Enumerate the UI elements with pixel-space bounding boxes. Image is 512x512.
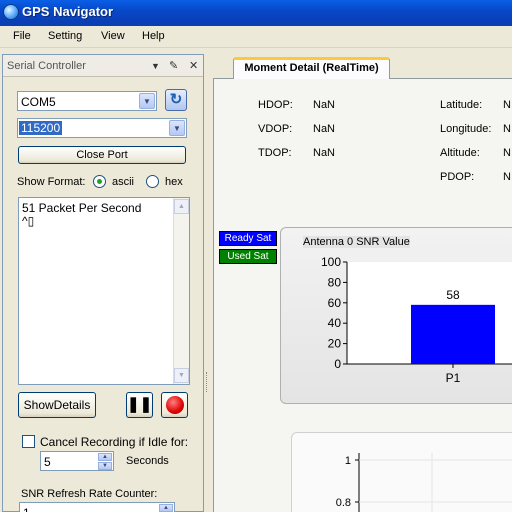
- spin-up-icon[interactable]: ▲: [159, 504, 173, 512]
- panel-title: Serial Controller: [7, 60, 86, 72]
- port-value: COM5: [21, 95, 56, 109]
- ready-sat-legend: Ready Sat: [219, 231, 277, 246]
- longitude-label: Longitude:: [440, 123, 492, 135]
- snr-chart: 0 20 40 60 80 100 58 P1: [321, 255, 512, 385]
- refresh-ports-button[interactable]: ↻: [165, 89, 187, 111]
- data-label: 58: [446, 288, 460, 302]
- menu-file[interactable]: File: [13, 30, 31, 42]
- tab-content: HDOP: NaN VDOP: NaN TDOP: NaN Latitude: …: [213, 78, 512, 512]
- main-area: HDOP: NaN VDOP: NaN TDOP: NaN Latitude: …: [210, 48, 512, 512]
- y-tick-label: 20: [328, 337, 342, 351]
- snr-refresh-value: 1: [23, 506, 30, 512]
- hex-label[interactable]: hex: [165, 176, 183, 188]
- idle-value: 5: [44, 455, 51, 469]
- close-icon[interactable]: ✕: [189, 59, 198, 72]
- snr-refresh-label: SNR Refresh Rate Counter:: [21, 488, 158, 500]
- latitude-value: N: [503, 99, 511, 111]
- scroll-down-icon[interactable]: ▼: [174, 368, 189, 383]
- baud-value: 115200: [19, 121, 63, 135]
- menu-setting[interactable]: Setting: [48, 30, 82, 42]
- record-button[interactable]: [161, 392, 188, 418]
- spin-up-icon[interactable]: ▲: [98, 453, 112, 461]
- pdop-label: PDOP:: [440, 171, 475, 183]
- latitude-label: Latitude:: [440, 99, 483, 111]
- longitude-value: N: [503, 123, 511, 135]
- chevron-down-icon[interactable]: ▼: [139, 93, 155, 109]
- chart-title: Antenna 0 SNR Value: [303, 236, 410, 248]
- menu-view[interactable]: View: [101, 30, 125, 42]
- refresh-icon: ↻: [169, 91, 183, 108]
- dropdown-icon[interactable]: ▼: [151, 61, 160, 71]
- tab-moment-detail[interactable]: Moment Detail (RealTime): [233, 57, 390, 79]
- snr-refresh-input[interactable]: 1 ▲ ▼: [19, 502, 175, 512]
- tdop-label: TDOP:: [258, 147, 292, 159]
- cancel-recording-label: Cancel Recording if Idle for:: [40, 435, 189, 449]
- idle-seconds-input[interactable]: 5 ▲ ▼: [40, 451, 114, 471]
- window-title: GPS Navigator: [22, 4, 114, 19]
- output-line: ^▯: [22, 214, 35, 228]
- splitter-grip[interactable]: [206, 372, 209, 392]
- vdop-value: NaN: [313, 123, 336, 135]
- globe-icon: [3, 4, 19, 20]
- baud-select[interactable]: 115200 ▼: [17, 118, 187, 138]
- used-sat-legend: Used Sat: [219, 249, 277, 264]
- show-format-label: Show Format:: [17, 176, 86, 188]
- y-tick-label: 40: [328, 316, 342, 330]
- tdop-value: NaN: [313, 147, 336, 159]
- scroll-up-icon[interactable]: ▲: [174, 199, 189, 214]
- record-icon: [166, 396, 184, 414]
- scrollbar[interactable]: ▲ ▼: [173, 198, 189, 384]
- show-details-button[interactable]: ShowDetails: [18, 392, 96, 418]
- serial-output[interactable]: 51 Packet Per Second ^▯ ▲ ▼: [18, 197, 190, 385]
- output-line: 51 Packet Per Second: [22, 201, 142, 215]
- y-tick-label: 100: [321, 255, 341, 269]
- hex-radio[interactable]: [146, 175, 159, 188]
- serial-controller-panel: Serial Controller ▼ ✎ ✕ COM5 ▼ ↻ 115200 …: [2, 54, 204, 512]
- bar: [411, 304, 495, 364]
- secondary-chart-plot: 10.8: [336, 453, 512, 512]
- snr-chart-card: 0 20 40 60 80 100 58 P1 Antenna 0 SNR Value: [280, 227, 512, 404]
- spin-down-icon[interactable]: ▼: [98, 462, 112, 470]
- close-port-button[interactable]: Close Port: [18, 146, 186, 164]
- panel-header: Serial Controller ▼ ✎ ✕: [3, 55, 203, 77]
- pause-button[interactable]: ❚❚: [126, 392, 153, 418]
- menu-bar: File Setting View Help: [0, 26, 512, 48]
- ascii-radio[interactable]: [93, 175, 106, 188]
- y-tick-label: 0.8: [336, 497, 351, 509]
- altitude-label: Altitude:: [440, 147, 480, 159]
- y-tick-label: 80: [328, 275, 342, 289]
- title-bar: GPS Navigator: [0, 0, 512, 26]
- port-select[interactable]: COM5 ▼: [17, 91, 157, 111]
- secondary-chart: 1 0.8: [291, 432, 512, 512]
- pin-icon[interactable]: ✎: [169, 59, 178, 72]
- hdop-label: HDOP:: [258, 99, 293, 111]
- idle-unit-label: Seconds: [126, 455, 169, 467]
- y-tick-label: 1: [345, 455, 351, 467]
- ascii-label[interactable]: ascii: [112, 176, 134, 188]
- pdop-value: N: [503, 171, 511, 183]
- y-tick-label: 60: [328, 296, 342, 310]
- altitude-value: N: [503, 147, 511, 159]
- menu-help[interactable]: Help: [142, 30, 165, 42]
- chevron-down-icon[interactable]: ▼: [169, 120, 185, 136]
- x-tick-label: P1: [446, 371, 461, 385]
- pause-icon: ❚❚: [127, 396, 153, 413]
- hdop-value: NaN: [313, 99, 336, 111]
- vdop-label: VDOP:: [258, 123, 293, 135]
- y-tick-label: 0: [334, 357, 341, 371]
- cancel-recording-checkbox[interactable]: [22, 435, 35, 448]
